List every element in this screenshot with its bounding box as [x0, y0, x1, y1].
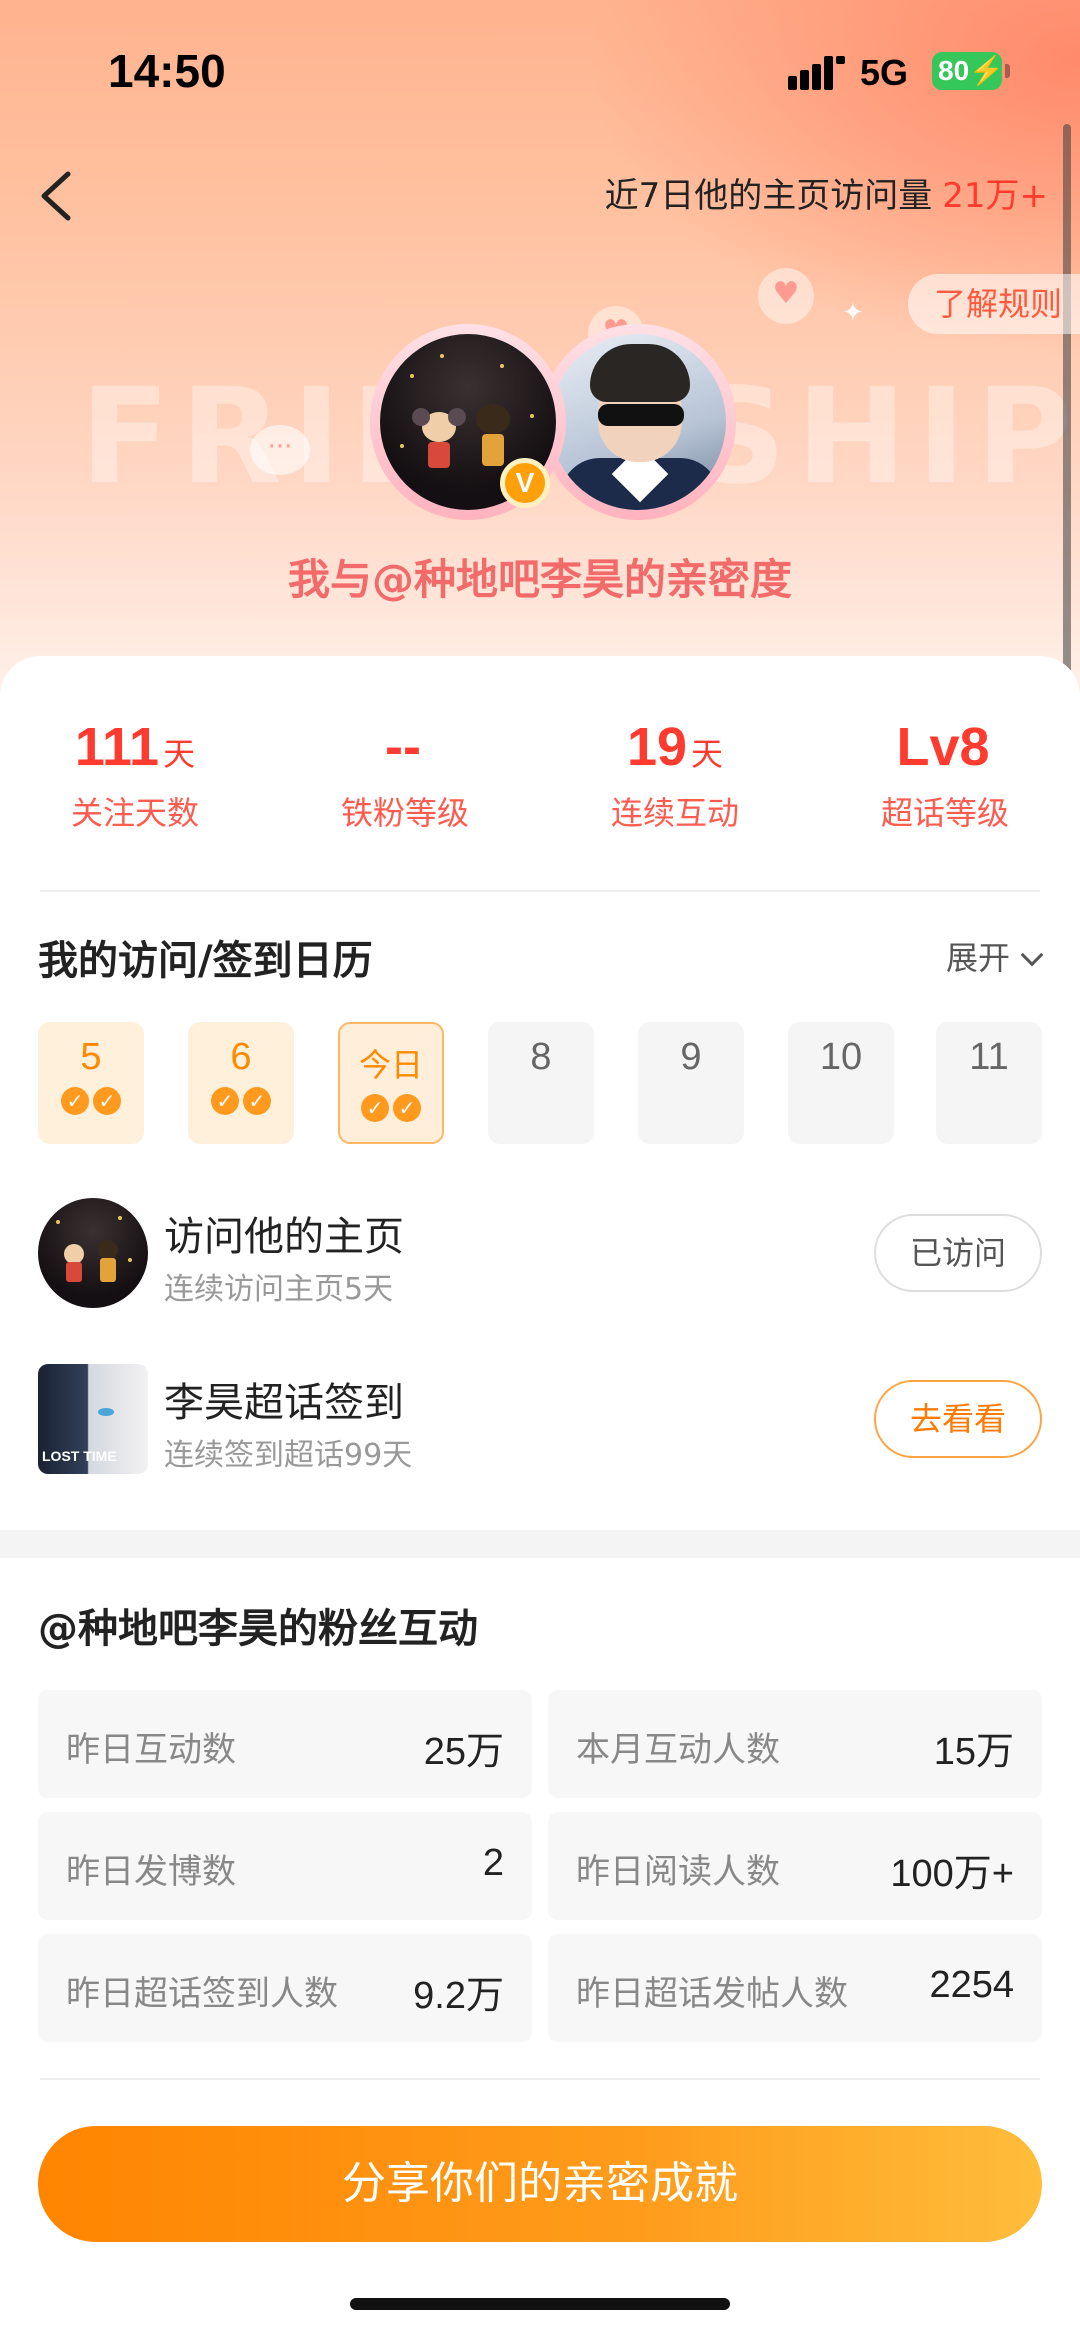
- stat-streak: 19 天 连续互动: [540, 716, 810, 834]
- stat-label: 超话等级: [880, 794, 1009, 832]
- visit-count-label: 近7日他的主页访问量: [604, 176, 933, 216]
- stat-value: Lv8: [896, 717, 990, 777]
- cellular-signal-icon: [788, 56, 845, 90]
- day-label: 11: [969, 1036, 1009, 1078]
- go-see-button[interactable]: 去看看: [874, 1380, 1042, 1458]
- calendar-day[interactable]: 8: [488, 1022, 594, 1144]
- check-icon: ✓: [93, 1087, 121, 1115]
- day-label: 5: [80, 1036, 102, 1078]
- verified-badge-icon: V: [500, 458, 550, 508]
- fans-stat-label: 昨日互动数: [66, 1730, 236, 1770]
- stat-unit: 天: [163, 735, 196, 773]
- battery-icon: 80⚡: [932, 52, 1010, 90]
- fans-stat-cell: 昨日阅读人数 100万+: [548, 1812, 1042, 1920]
- fans-stat-value: 2: [482, 1842, 504, 1884]
- fans-stat-value: 2254: [929, 1964, 1014, 2006]
- fans-stat-value: 9.2万: [413, 1975, 504, 2017]
- stats-row: 111 天 关注天数 -- 铁粉等级 19 天 连续互动 Lv8 超话等级: [0, 716, 1080, 836]
- share-achievement-button[interactable]: 分享你们的亲密成就: [38, 2126, 1042, 2242]
- task-art-text: LOST TIME: [42, 1448, 117, 1464]
- task-subtitle: 连续访问主页5天: [164, 1272, 394, 1307]
- calendar-title: 我的访问/签到日历: [38, 938, 373, 984]
- stat-follow-days: 111 天 关注天数: [0, 716, 270, 834]
- stat-value: 19: [626, 717, 688, 777]
- stat-value: 111: [74, 717, 160, 777]
- day-label: 今日: [358, 1046, 423, 1084]
- stat-label: 铁粉等级: [340, 794, 469, 832]
- fans-stat-value: 100万+: [890, 1853, 1014, 1895]
- heart-decoration-icon: [758, 268, 814, 324]
- clock: 14:50: [108, 45, 226, 97]
- task-title: 访问他的主页: [164, 1214, 404, 1260]
- stat-label: 关注天数: [70, 794, 199, 832]
- fans-stat-value: 25万: [423, 1731, 504, 1773]
- fans-stat-cell: 昨日发博数 2: [38, 1812, 532, 1920]
- calendar-day[interactable]: 5 ✓ ✓: [38, 1022, 144, 1144]
- idol-avatar[interactable]: [540, 324, 736, 520]
- calendar-day[interactable]: 9: [638, 1022, 744, 1144]
- stat-unit: 天: [691, 735, 724, 773]
- check-icon: ✓: [361, 1094, 389, 1122]
- fans-stat-label: 昨日超话发帖人数: [576, 1974, 848, 2014]
- fans-stat-cell: 昨日互动数 25万: [38, 1690, 532, 1798]
- task-title: 李昊超话签到: [164, 1380, 404, 1426]
- check-icon: ✓: [243, 1087, 271, 1115]
- fans-stat-label: 昨日超话签到人数: [66, 1974, 338, 2014]
- home-indicator[interactable]: [350, 2298, 730, 2310]
- sparkle-decoration-icon: ✦: [842, 298, 864, 328]
- check-icon: ✓: [61, 1087, 89, 1115]
- task-avatar: LOST TIME: [38, 1364, 148, 1474]
- calendar-day[interactable]: 11: [936, 1022, 1042, 1144]
- back-button[interactable]: [22, 160, 94, 232]
- section-separator: [0, 1530, 1080, 1558]
- day-label: 9: [680, 1036, 702, 1078]
- day-label: 10: [819, 1036, 863, 1078]
- day-label: 8: [530, 1036, 552, 1078]
- task-subtitle: 连续签到超话99天: [164, 1438, 413, 1473]
- fans-stat-value: 15万: [933, 1731, 1014, 1773]
- divider: [40, 890, 1040, 892]
- fans-stat-label: 本月互动人数: [576, 1730, 780, 1770]
- fans-stat-cell: 昨日超话签到人数 9.2万: [38, 1934, 532, 2042]
- stat-value: --: [385, 717, 421, 777]
- chevron-left-icon: [41, 171, 71, 221]
- calendar-day[interactable]: 10: [788, 1022, 894, 1144]
- stat-fan-level: -- 铁粉等级: [270, 716, 540, 834]
- status-bar: 14:50 5G 80⚡: [0, 0, 1080, 140]
- visit-count-value: 21万+: [942, 176, 1048, 216]
- check-icon: ✓: [393, 1094, 421, 1122]
- calendar-day[interactable]: 6 ✓ ✓: [188, 1022, 294, 1144]
- fans-stat-cell: 昨日超话发帖人数 2254: [548, 1934, 1042, 2042]
- intimacy-card: 111 天 关注天数 -- 铁粉等级 19 天 连续互动 Lv8 超话等级 我的访问…: [0, 656, 1080, 2337]
- divider: [40, 2078, 1040, 2080]
- visited-button[interactable]: 已访问: [874, 1214, 1042, 1292]
- avatar-image: [550, 334, 726, 510]
- stat-supertopic-level: Lv8 超话等级: [810, 716, 1080, 834]
- chevron-down-icon: [1020, 943, 1044, 967]
- chat-bubble-decoration-icon: ···: [250, 425, 310, 475]
- fans-stat-label: 昨日发博数: [66, 1852, 236, 1892]
- task-avatar: [38, 1198, 148, 1308]
- task-visit-homepage: 访问他的主页 连续访问主页5天 已访问: [38, 1198, 1042, 1310]
- visit-count-line: 近7日他的主页访问量 21万+: [605, 168, 1048, 217]
- fans-stat-cell: 本月互动人数 15万: [548, 1690, 1042, 1798]
- calendar-day-today[interactable]: 今日 ✓ ✓: [338, 1022, 444, 1144]
- expand-button[interactable]: 展开: [945, 933, 1044, 979]
- day-label: 6: [230, 1036, 252, 1078]
- check-icon: ✓: [211, 1087, 239, 1115]
- fans-section-title: @种地吧李昊的粉丝互动: [38, 1606, 478, 1652]
- stat-label: 连续互动: [610, 794, 739, 832]
- network-type: 5G: [860, 52, 909, 93]
- battery-level: 80: [938, 55, 970, 86]
- task-supertopic-checkin: LOST TIME 李昊超话签到 连续签到超话99天 去看看: [38, 1364, 1042, 1476]
- calendar-days: 5 ✓ ✓ 6 ✓ ✓ 今日 ✓ ✓ 8 9 10 11: [38, 1022, 1042, 1144]
- expand-label: 展开: [945, 939, 1010, 977]
- intimacy-title: 我与@种地吧李昊的亲密度: [287, 555, 792, 604]
- fans-stat-label: 昨日阅读人数: [576, 1852, 780, 1892]
- rules-button[interactable]: 了解规则: [907, 274, 1080, 334]
